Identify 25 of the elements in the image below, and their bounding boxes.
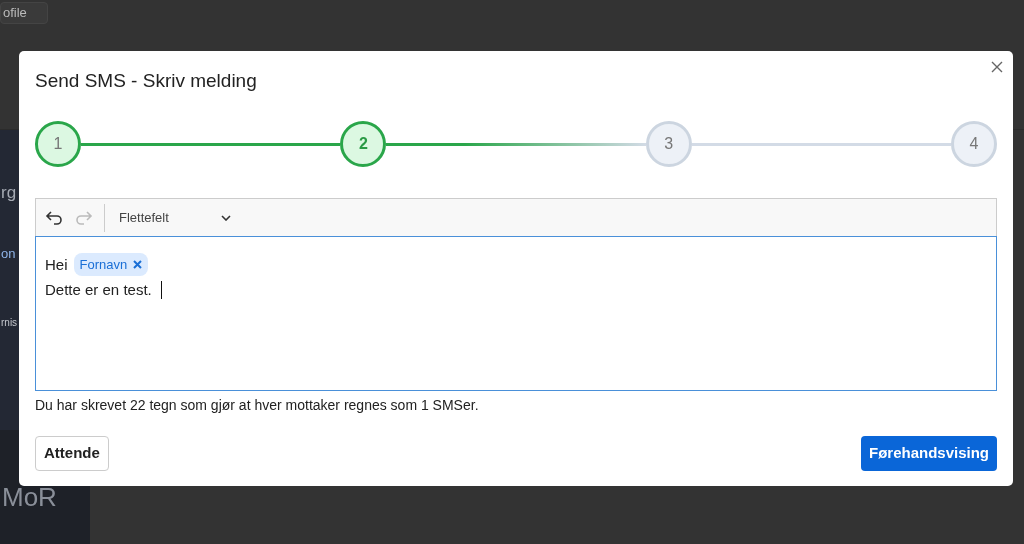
chevron-down-icon [221, 214, 231, 221]
sidebar-text: on [1, 244, 16, 263]
undo-icon [45, 210, 63, 225]
editor-text: Hei [45, 255, 68, 275]
sidebar-text: rg [1, 182, 17, 204]
dialog-title: Send SMS - Skriv melding [35, 69, 257, 93]
step-circle: 1 [35, 121, 81, 167]
step-circle: 3 [645, 121, 692, 167]
remove-icon[interactable] [133, 260, 143, 269]
close-icon [991, 61, 1003, 73]
close-button[interactable] [989, 59, 1005, 75]
step-circle: 2 [340, 121, 387, 167]
back-button[interactable]: Attende [35, 436, 109, 471]
message-editor[interactable]: Hei Fornavn Dette er en test. [35, 236, 997, 391]
merge-field-dropdown[interactable]: Flettefelt [115, 207, 233, 228]
character-count-text: Du har skrevet 22 tegn som gjør at hver mottaker regnes som 1 SMSer. [35, 396, 480, 415]
redo-icon [75, 210, 93, 225]
profile-button[interactable]: ofile [0, 2, 48, 24]
sidebar-text: rnis [1, 316, 18, 330]
text-cursor [160, 280, 162, 299]
editor-text: Dette er en test. [45, 280, 152, 300]
step-circle: 4 [951, 121, 997, 167]
merge-field-tag: Fornavn [73, 253, 149, 276]
preview-button[interactable]: Førehandsvising [860, 436, 997, 471]
logo: MoR [2, 482, 57, 512]
